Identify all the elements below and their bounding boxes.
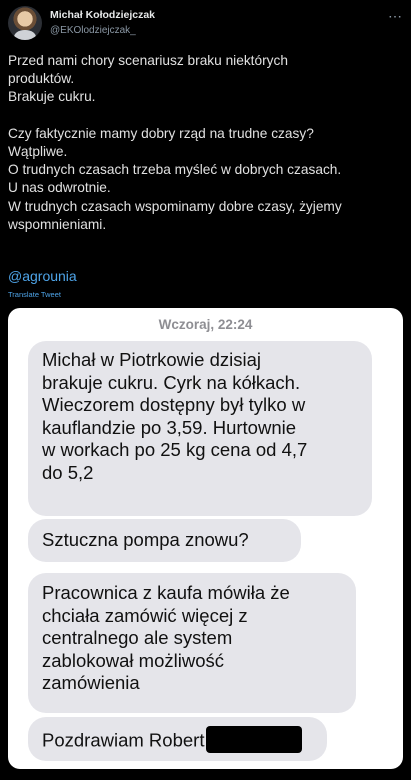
message-text: Pozdrawiam Robert	[42, 729, 205, 751]
translate-tweet-link[interactable]: Translate Tweet	[8, 290, 61, 299]
tweet-line: produktów.	[8, 71, 75, 87]
tweet-line: U nas odwrotnie.	[8, 180, 111, 196]
message-line: chciała zamówić więcej z	[42, 604, 248, 626]
message-bubble: Michał w Piotrkowie dzisiaj brakuje cukr…	[28, 341, 372, 516]
tweet-line: Czy faktycznie mamy dobry rząd na trudne…	[8, 125, 314, 141]
message-bubble: Sztuczna pompa znowu?	[28, 519, 301, 562]
message-bubble: Pracownica z kaufa mówiła że chciała zam…	[28, 573, 356, 713]
tweet-line: Wątpliwe.	[8, 144, 68, 159]
message-line: Pracownica z kaufa mówiła że	[42, 582, 290, 603]
message-line: w workach po 25 kg cena od 4,7	[42, 439, 308, 460]
message-bubble: Pozdrawiam Robert	[28, 717, 327, 761]
tweet-header: Michał Kołodziejczak @EKOlodziejczak_ ⋯	[8, 6, 403, 42]
author-handle[interactable]: @EKOlodziejczak_	[50, 25, 136, 36]
tweet-line: O trudnych czasach trzeba myśleć w dobry…	[8, 162, 342, 178]
tweet-text: Przed nami chory scenariusz braku niektó…	[8, 52, 406, 234]
message-line: zamówienia	[42, 672, 140, 693]
tweet-line: Brakuje cukru.	[8, 89, 96, 105]
message-line: Wieczorem dostępny był tylko w	[42, 394, 306, 415]
message-line: kauflandzie po 3,59. Hurtownie	[42, 416, 297, 438]
attached-message-screenshot[interactable]: Wczoraj, 22:24 Michał w Piotrkowie dzisi…	[8, 308, 403, 769]
message-line: Michał w Piotrkowie dzisiaj	[42, 349, 261, 370]
ellipsis-icon[interactable]: ⋯	[388, 8, 403, 25]
author-avatar[interactable]	[8, 6, 42, 40]
message-line: centralnego ale system	[42, 627, 233, 648]
message-date: Wczoraj, 22:24	[158, 317, 253, 332]
redaction-bar	[206, 726, 303, 753]
message-line: brakuje cukru. Cyrk na kółkach.	[42, 371, 301, 393]
mention-link[interactable]: @agrounia	[8, 268, 77, 284]
message-line: Sztuczna pompa znowu?	[42, 529, 249, 550]
tweet-line: wspomnieniami.	[8, 216, 107, 232]
message-line: Pozdrawiam Robert	[42, 726, 313, 755]
tweet-line: Przed nami chory scenariusz braku niektó…	[8, 53, 288, 68]
author-name[interactable]: Michał Kołodziejczak	[50, 9, 155, 21]
message-line: zablokował możliwość	[42, 649, 224, 671]
message-line: do 5,2	[42, 461, 94, 483]
tweet-line: W trudnych czasach wspominamy dobre czas…	[8, 198, 342, 214]
